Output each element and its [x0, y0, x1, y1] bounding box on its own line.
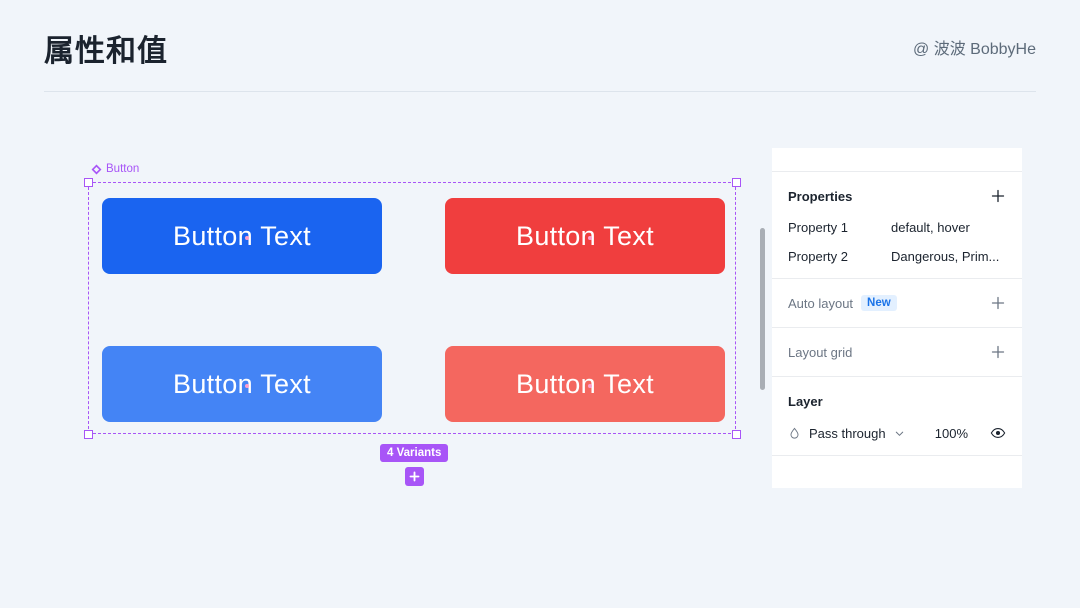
eye-icon[interactable] [990, 425, 1006, 441]
button-variant-hover-primary[interactable]: Button Text [102, 346, 382, 422]
add-property-button[interactable] [990, 188, 1006, 204]
auto-layout-header: Auto layout New [788, 293, 1006, 313]
property-row[interactable]: Property 2 Dangerous, Prim... [788, 249, 1006, 264]
add-layout-grid-button[interactable] [990, 344, 1006, 360]
layer-title: Layer [788, 393, 823, 409]
button-variant-hover-dangerous[interactable]: Button Text [445, 346, 725, 422]
properties-header: Properties [788, 186, 1006, 206]
auto-layout-header-left: Auto layout New [788, 295, 897, 311]
button-label: Button Text [516, 220, 654, 251]
opacity-value[interactable]: 100% [935, 426, 968, 441]
panel-section-auto-layout: Auto layout New [772, 279, 1022, 328]
button-label: Button Text [173, 368, 311, 399]
new-badge: New [861, 295, 897, 311]
variants-controls: 4 Variants [380, 444, 449, 486]
add-auto-layout-button[interactable] [990, 295, 1006, 311]
resize-handle-bottom-left[interactable] [83, 429, 93, 439]
blend-mode-value[interactable]: Pass through [809, 426, 886, 441]
page-title: 属性和值 [44, 35, 168, 68]
panel-top-strip [772, 148, 1022, 172]
button-variant-default-dangerous[interactable]: Button Text [445, 198, 725, 274]
properties-title: Properties [788, 188, 853, 204]
property-row[interactable]: Property 1 default, hover [788, 220, 1006, 235]
component-diamond-icon [91, 164, 102, 174]
properties-panel: Properties Property 1 default, hover Pro… [772, 148, 1022, 488]
layer-header: Layer [788, 391, 1006, 411]
resize-handle-top-left[interactable] [83, 177, 93, 187]
add-variant-button[interactable] [404, 467, 424, 486]
selection-label-text: Button [106, 163, 140, 175]
layout-grid-header: Layout grid [788, 342, 1006, 362]
property-value: Dangerous, Prim... [891, 249, 1000, 264]
chevron-down-icon[interactable] [894, 428, 905, 439]
property-value: default, hover [891, 220, 970, 235]
layer-blend-row: Pass through 100% [788, 425, 1006, 441]
resize-handle-top-right[interactable] [731, 177, 741, 187]
selection-label[interactable]: Button [91, 163, 139, 175]
panel-section-layout-grid: Layout grid [772, 328, 1022, 377]
variants-count-badge[interactable]: 4 Variants [380, 444, 449, 462]
slide-canvas: 属性和值 @ 波波 BobbyHe Button Button Text But… [0, 0, 1080, 608]
canvas-scrollbar[interactable] [760, 228, 765, 390]
blend-mode-icon [790, 427, 799, 439]
resize-handle-bottom-right[interactable] [731, 429, 741, 439]
panel-section-properties: Properties Property 1 default, hover Pro… [772, 172, 1022, 279]
property-name: Property 2 [788, 249, 848, 264]
component-selection-frame[interactable]: Button Button Text Button Text Button Te… [83, 163, 741, 439]
plus-icon [409, 471, 420, 482]
property-name: Property 1 [788, 220, 848, 235]
panel-section-layer: Layer Pass through 100% [772, 377, 1022, 456]
auto-layout-title: Auto layout [788, 295, 854, 311]
button-variant-default-primary[interactable]: Button Text [102, 198, 382, 274]
header-divider [44, 91, 1036, 92]
button-label: Button Text [516, 368, 654, 399]
button-label: Button Text [173, 220, 311, 251]
layout-grid-title: Layout grid [788, 344, 853, 360]
author-attribution: @ 波波 BobbyHe [913, 41, 1036, 58]
panel-bottom-strip [772, 456, 1022, 488]
